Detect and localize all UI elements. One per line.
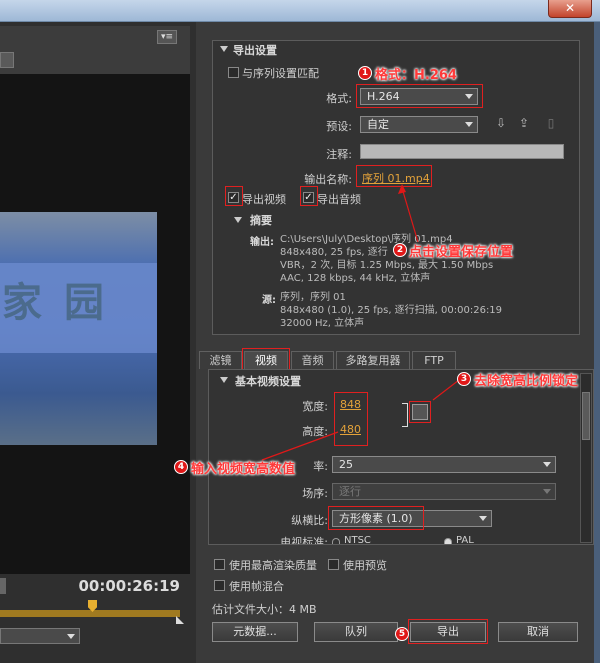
panel-menu-button[interactable]: ▾≡ xyxy=(157,30,177,44)
comment-label: 注释: xyxy=(326,148,352,161)
export-audio-label: 导出音频 xyxy=(317,193,361,206)
window-close-button[interactable]: ✕ xyxy=(548,0,592,18)
summary-output-line-2: 848x480, 25 fps, 逐行 xyxy=(280,247,388,258)
window-title-bar xyxy=(0,0,600,22)
frame-blend-checkbox[interactable] xyxy=(214,580,225,591)
export-video-highlight-box xyxy=(225,186,243,206)
annotation-badge-1: 1 xyxy=(358,66,372,80)
chevron-down-icon xyxy=(543,462,551,467)
summary-source-line-1: 序列，序列 01 xyxy=(280,292,346,303)
chevron-down-icon xyxy=(465,122,473,127)
comment-input[interactable] xyxy=(360,144,564,159)
zoom-dropdown[interactable] xyxy=(0,628,80,644)
collapse-triangle-icon[interactable] xyxy=(220,46,228,52)
pal-label: PAL xyxy=(456,535,474,545)
delete-preset-icon[interactable]: ▯ xyxy=(544,117,558,130)
annotation-badge-2: 2 xyxy=(393,243,407,257)
frame-blend-label: 使用帧混合 xyxy=(229,580,284,593)
timeline-bar[interactable] xyxy=(0,610,180,617)
annotation-text-3: 去除宽高比例锁定 xyxy=(474,374,579,389)
aspect-label: 纵横比: xyxy=(291,514,328,527)
framerate-dropdown[interactable]: 25 xyxy=(332,456,556,473)
close-icon: ✕ xyxy=(564,1,576,15)
export-video-label: 导出视频 xyxy=(242,193,286,206)
match-sequence-checkbox[interactable] xyxy=(228,67,239,78)
max-render-checkbox[interactable] xyxy=(214,559,225,570)
summary-collapse-icon[interactable] xyxy=(234,217,242,223)
output-name-label: 输出名称: xyxy=(304,173,352,186)
ntsc-label: NTSC xyxy=(344,535,371,545)
summary-output-line-3: VBR，2 次, 目标 1.25 Mbps, 最大 1.50 Mbps xyxy=(280,260,494,271)
field-order-value: 逐行 xyxy=(339,485,361,498)
use-preview-label: 使用预览 xyxy=(343,559,387,572)
annotation-badge-3: 3 xyxy=(457,372,471,386)
queue-button[interactable]: 队列 xyxy=(314,622,398,642)
watermark-char-a: 家 xyxy=(2,279,46,326)
format-highlight-box xyxy=(356,84,483,108)
annotation-text-1: 格式：H.264 xyxy=(375,68,457,83)
max-render-label: 使用最高渲染质量 xyxy=(229,559,317,572)
timeline-left-handle[interactable] xyxy=(0,578,6,594)
tab-audio[interactable]: 音频 xyxy=(291,351,334,369)
tab-multiplexer[interactable]: 多路复用器 xyxy=(336,351,410,369)
aspect-highlight-box xyxy=(328,506,424,530)
annotation-arrow-2 xyxy=(398,184,419,243)
export-audio-highlight-box xyxy=(300,186,318,206)
annotation-badge-5: 5 xyxy=(395,627,409,641)
save-preset-icon[interactable]: ⇩ xyxy=(494,117,508,130)
file-size-estimate: 估计文件大小：4 MB xyxy=(212,603,317,616)
annotation-text-4: 输入视频宽高数值 xyxy=(191,462,296,477)
export-button-highlight-box xyxy=(408,619,488,644)
format-label: 格式: xyxy=(326,92,352,105)
tab-video-highlight-box xyxy=(242,348,290,370)
chevron-down-icon xyxy=(479,516,487,521)
preset-value: 自定 xyxy=(367,118,389,131)
summary-output-line-4: AAC, 128 kbps, 44 kHz, 立体声 xyxy=(280,273,431,284)
use-preview-checkbox[interactable] xyxy=(328,559,339,570)
tab-filters[interactable]: 滤镜 xyxy=(199,351,242,369)
preset-dropdown[interactable]: 自定 xyxy=(360,116,478,133)
summary-source-line-2: 848x480 (1.0), 25 fps, 逐行扫描, 00:00:26:19 xyxy=(280,305,503,316)
video-collapse-icon[interactable] xyxy=(220,377,228,383)
export-settings-title: 导出设置 xyxy=(233,44,277,57)
summary-source-line-3: 32000 Hz, 立体声 xyxy=(280,318,365,329)
cancel-button[interactable]: 取消 xyxy=(498,622,578,642)
chevron-down-icon xyxy=(543,489,551,494)
basic-video-title: 基本视频设置 xyxy=(235,375,301,388)
summary-output-label: 输出: xyxy=(250,237,274,248)
ntsc-radio[interactable] xyxy=(332,538,340,544)
scrollbar-thumb[interactable] xyxy=(582,392,590,440)
tv-standard-label: 电视标准: xyxy=(280,536,328,544)
video-watermark: 家 园 xyxy=(2,270,108,328)
panel-menu-icon: ▾≡ xyxy=(160,32,174,42)
annotation-badge-4: 4 xyxy=(174,460,188,474)
summary-source-label: 源: xyxy=(262,295,276,306)
import-preset-icon[interactable]: ⇪ xyxy=(517,117,531,130)
annotation-text-2: 点击设置保存位置 xyxy=(409,245,514,260)
field-order-dropdown[interactable]: 逐行 xyxy=(332,483,556,500)
pal-radio[interactable] xyxy=(444,538,452,544)
aspect-link-bracket xyxy=(402,403,408,427)
source-dropdown[interactable] xyxy=(0,52,14,68)
summary-title: 摘要 xyxy=(250,214,272,227)
watermark-char-b: 园 xyxy=(63,279,108,326)
tab-ftp[interactable]: FTP xyxy=(412,351,456,369)
preset-label: 预设: xyxy=(326,120,352,133)
field-order-label: 场序: xyxy=(302,487,328,500)
timecode-display: 00:00:26:19 xyxy=(78,577,181,595)
match-sequence-label: 与序列设置匹配 xyxy=(242,67,319,80)
width-label: 宽度: xyxy=(302,400,328,413)
metadata-button[interactable]: 元数据... xyxy=(212,622,298,642)
